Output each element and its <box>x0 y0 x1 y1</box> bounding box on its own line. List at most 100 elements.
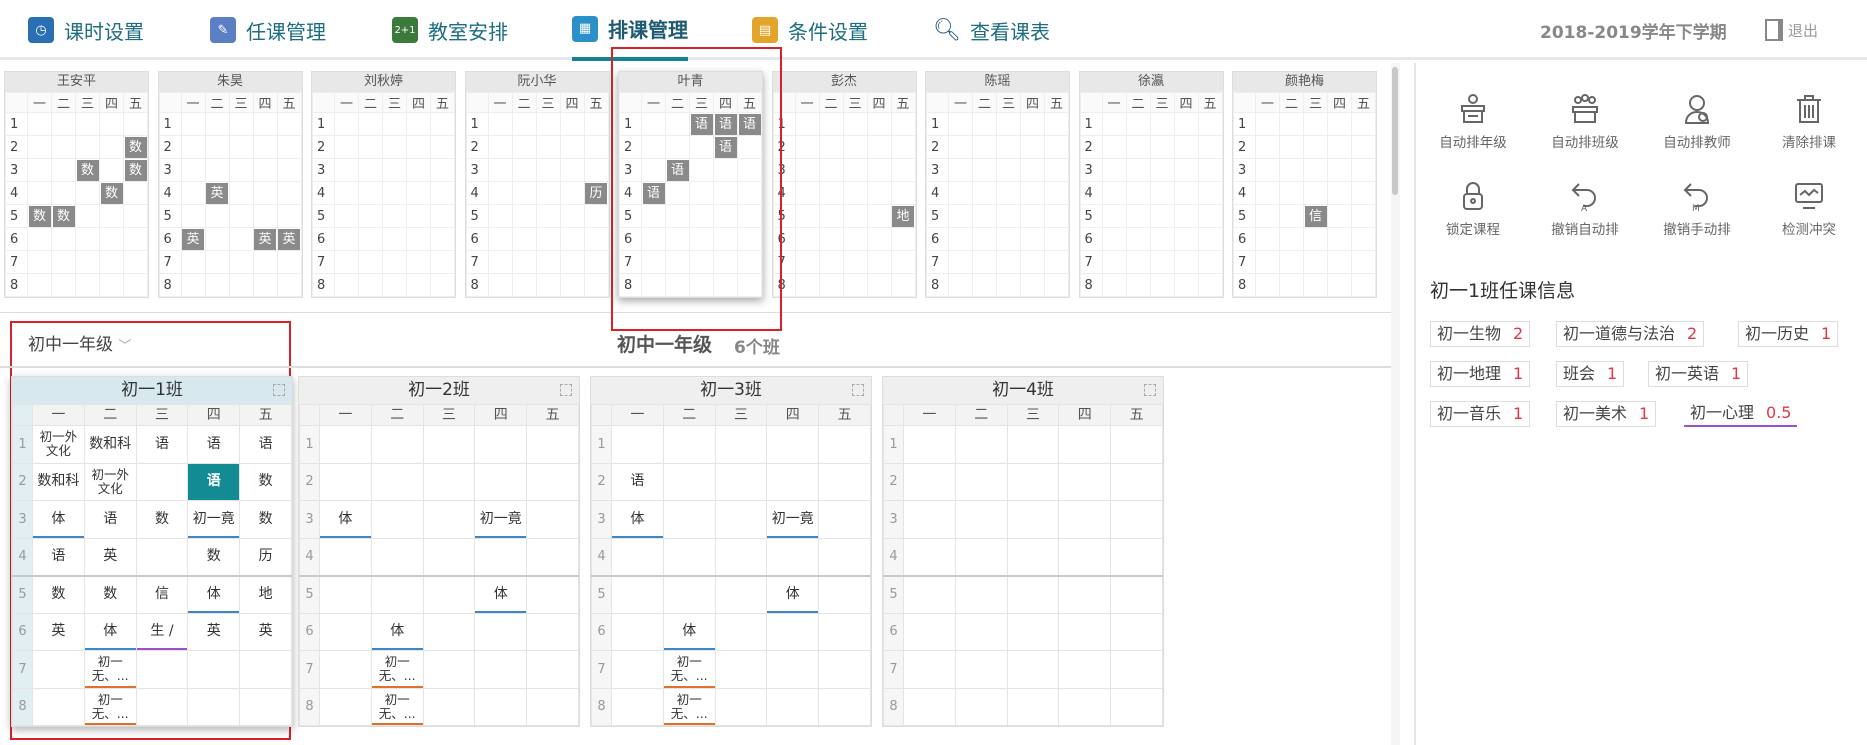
teacher-slot[interactable] <box>276 158 302 182</box>
teacher-slot[interactable] <box>1149 250 1175 274</box>
class-slot[interactable] <box>1110 500 1163 539</box>
class-slot[interactable] <box>319 462 372 501</box>
teacher-slot[interactable]: 数 <box>75 158 100 182</box>
lesson-chip[interactable]: 语 <box>666 159 689 181</box>
teacher-slot[interactable] <box>1255 204 1280 228</box>
teacher-slot[interactable] <box>972 227 997 251</box>
teacher-slot[interactable] <box>866 181 892 205</box>
teacher-slot[interactable] <box>27 158 52 182</box>
teacher-slot[interactable] <box>99 204 124 228</box>
class-slot[interactable] <box>611 425 664 464</box>
teacher-slot[interactable] <box>641 273 666 297</box>
teacher-slot[interactable] <box>583 227 609 251</box>
teacher-slot[interactable] <box>890 112 916 136</box>
class-slot[interactable] <box>526 687 579 726</box>
class-slot[interactable]: 历 <box>239 537 292 576</box>
teacher-slot[interactable] <box>228 181 254 205</box>
teacher-slot[interactable] <box>641 204 666 228</box>
class-slot[interactable] <box>1058 650 1112 689</box>
teacher-slot[interactable] <box>1327 273 1352 297</box>
teacher-slot[interactable] <box>1279 250 1304 274</box>
teacher-slot[interactable] <box>1327 112 1352 136</box>
class-timetable[interactable]: 初一4班一二三四五 1 2 3 4 5 6 7 8 <box>882 376 1164 727</box>
class-slot[interactable] <box>954 425 1008 464</box>
teacher-slot[interactable] <box>713 250 738 274</box>
grade-selector[interactable]: 初中一年级 ﹀ <box>28 330 131 355</box>
teacher-slot[interactable] <box>948 273 973 297</box>
teacher-slot[interactable] <box>866 158 892 182</box>
class-slot[interactable]: 初一 无、... <box>662 650 716 689</box>
teacher-slot[interactable] <box>794 250 820 274</box>
teacher-slot[interactable] <box>794 273 820 297</box>
class-slot[interactable] <box>611 537 664 576</box>
teacher-slot[interactable] <box>382 135 407 159</box>
teacher-slot[interactable] <box>334 204 359 228</box>
lesson-chip[interactable]: 数 <box>124 136 147 158</box>
teacher-slot[interactable] <box>842 250 868 274</box>
teacher-slot[interactable] <box>1327 227 1352 251</box>
teacher-slot[interactable] <box>204 204 230 228</box>
teacher-slot[interactable] <box>1020 135 1045 159</box>
nav-teaching-assignment[interactable]: ✎ 任课管理 <box>210 0 326 60</box>
teacher-slot[interactable] <box>583 273 609 297</box>
class-slot[interactable] <box>954 687 1008 726</box>
teacher-slot[interactable] <box>382 273 407 297</box>
class-slot[interactable] <box>714 537 768 576</box>
class-slot[interactable] <box>766 462 820 501</box>
teacher-slot[interactable] <box>737 273 762 297</box>
teacher-slot[interactable]: 语 <box>713 135 738 159</box>
teacher-slot[interactable] <box>1255 181 1280 205</box>
class-slot[interactable]: 英 <box>83 537 137 576</box>
class-slot[interactable] <box>422 500 476 539</box>
teacher-slot[interactable] <box>252 273 278 297</box>
teacher-slot[interactable] <box>27 273 52 297</box>
teacher-slot[interactable] <box>511 135 537 159</box>
teacher-slot[interactable] <box>948 227 973 251</box>
teacher-slot[interactable] <box>1351 158 1376 182</box>
teacher-slot[interactable] <box>75 112 100 136</box>
teacher-slot[interactable] <box>406 181 431 205</box>
teacher-slot[interactable] <box>430 112 455 136</box>
teacher-slot[interactable] <box>204 250 230 274</box>
teacher-slot[interactable] <box>276 250 302 274</box>
teacher-slot[interactable] <box>1101 181 1127 205</box>
teacher-slot[interactable] <box>123 204 148 228</box>
class-slot[interactable] <box>1006 537 1060 576</box>
lesson-chip[interactable]: 语 <box>690 113 713 135</box>
class-slot[interactable]: 数 <box>135 500 189 539</box>
teacher-slot[interactable] <box>1149 158 1175 182</box>
class-slot[interactable] <box>818 574 871 614</box>
class-slot[interactable]: 体 <box>32 500 85 539</box>
teacher-slot[interactable] <box>535 227 561 251</box>
teacher-slot[interactable] <box>818 204 844 228</box>
teacher-slot[interactable] <box>948 158 973 182</box>
teacher-slot[interactable] <box>665 227 690 251</box>
teacher-slot[interactable] <box>1255 112 1280 136</box>
teacher-slot[interactable] <box>641 227 666 251</box>
class-slot[interactable]: 地 <box>239 574 292 614</box>
teacher-slot[interactable] <box>818 227 844 251</box>
teacher-slot[interactable] <box>713 158 738 182</box>
teacher-slot[interactable] <box>842 135 868 159</box>
class-slot[interactable]: 英 <box>239 612 292 651</box>
class-slot[interactable]: 语 <box>239 425 292 464</box>
teacher-slot[interactable] <box>948 112 973 136</box>
class-slot[interactable] <box>766 612 820 651</box>
teacher-slot[interactable] <box>228 250 254 274</box>
teacher-slot[interactable] <box>123 273 148 297</box>
class-slot[interactable] <box>714 425 768 464</box>
class-slot[interactable]: 语 <box>611 462 664 501</box>
class-slot[interactable]: 语 <box>32 537 85 576</box>
teacher-slot[interactable] <box>641 250 666 274</box>
teacher-slot[interactable] <box>430 158 455 182</box>
lock-button[interactable]: 锁定课程 <box>1417 180 1529 238</box>
teacher-slot[interactable] <box>842 227 868 251</box>
teacher-slot[interactable] <box>180 250 206 274</box>
class-slot[interactable] <box>714 612 768 651</box>
teacher-slot[interactable] <box>972 273 997 297</box>
teacher-slot[interactable] <box>51 250 76 274</box>
teacher-slot[interactable] <box>1020 227 1045 251</box>
class-slot[interactable] <box>1006 425 1060 464</box>
class-slot[interactable] <box>319 425 372 464</box>
teacher-slot[interactable] <box>1327 181 1352 205</box>
